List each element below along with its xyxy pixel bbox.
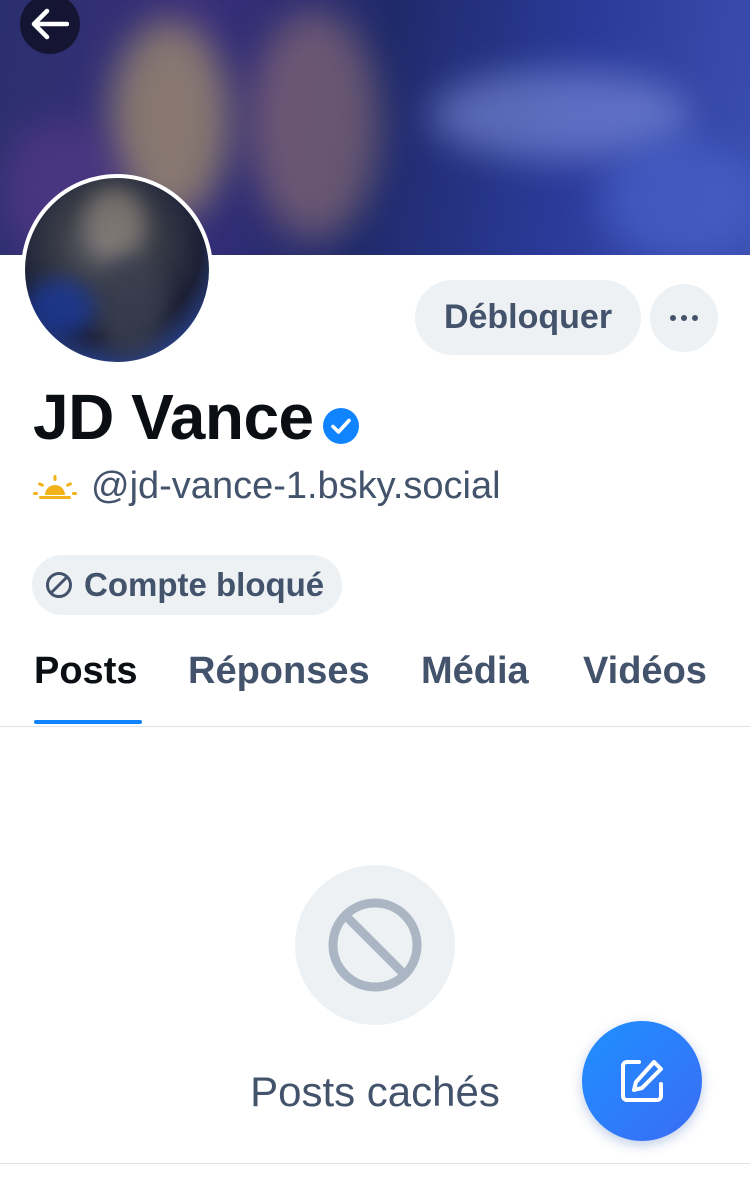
blocked-icon [46,572,72,598]
divider [0,1163,750,1164]
sun-icon [33,474,77,499]
handle-text: @jd-vance-1.bsky.social [91,465,501,507]
tab-replies[interactable]: Réponses [188,650,370,693]
more-options-button[interactable] [650,284,718,352]
arrow-left-icon [31,8,69,40]
active-tab-indicator [34,720,142,724]
profile-tabs: Posts Réponses Média Vidéos [0,640,750,727]
profile-name-row: JD Vance [33,380,360,454]
verified-check-icon[interactable] [322,407,360,445]
compose-icon [621,1060,663,1102]
blocked-badge: Compte bloqué [32,555,343,615]
handle-row: @jd-vance-1.bsky.social [33,465,501,508]
unblock-button[interactable]: Débloquer [415,280,641,355]
avatar[interactable] [21,174,213,366]
ellipsis-icon [670,315,698,321]
tab-posts[interactable]: Posts [34,650,137,693]
tab-videos[interactable]: Vidéos [583,650,707,693]
display-name: JD Vance [33,381,314,453]
tab-media[interactable]: Média [421,650,529,693]
blocked-label: Compte bloqué [84,566,325,603]
prohibited-icon [328,898,422,992]
compose-button[interactable] [582,1021,702,1141]
prohibited-icon-circle [295,865,455,1025]
